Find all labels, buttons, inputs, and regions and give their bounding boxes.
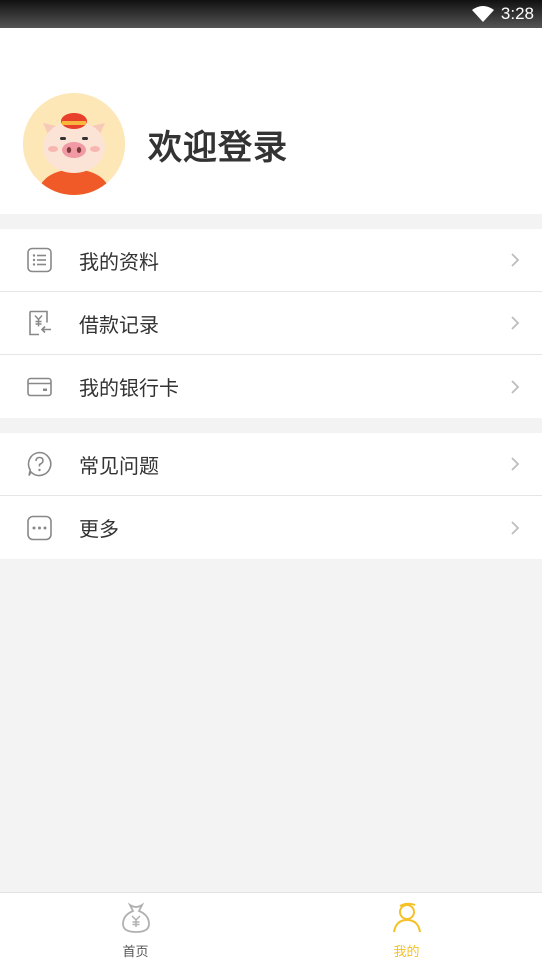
pig-avatar-icon [23, 93, 125, 195]
chevron-right-icon [511, 379, 520, 394]
tab-label: 首页 [122, 945, 149, 960]
loan-record-icon [29, 310, 51, 336]
more-icon [27, 515, 52, 540]
user-icon [392, 902, 421, 933]
money-bag-icon [121, 902, 150, 933]
menu-item-my-profile[interactable]: 我的资料 [0, 229, 542, 292]
menu-item-label: 借款记录 [79, 312, 159, 337]
menu-item-faq[interactable]: 常见问题 [0, 433, 542, 496]
status-bar: 3:28 [0, 0, 542, 28]
status-time: 3:28 [500, 4, 534, 23]
tab-mine[interactable]: 我的 [271, 893, 542, 964]
faq-icon [27, 451, 52, 477]
chevron-right-icon [511, 457, 520, 471]
menu-item-label: 常见问题 [79, 453, 159, 478]
menu-group-account: 我的资料 借款记录 我的银行卡 [0, 229, 542, 418]
menu-item-label: 我的资料 [79, 249, 159, 274]
tab-home[interactable]: 首页 [0, 893, 271, 964]
menu-item-loan-records[interactable]: 借款记录 [0, 292, 542, 355]
menu-item-label: 更多 [79, 517, 119, 541]
chevron-right-icon [511, 520, 520, 535]
bottom-tab-bar: 首页 我的 [0, 892, 542, 964]
tab-label: 我的 [393, 945, 420, 960]
profile-list-icon [27, 247, 52, 273]
menu-item-bank-card[interactable]: 我的银行卡 [0, 355, 542, 418]
menu-item-label: 我的银行卡 [79, 376, 179, 400]
bank-card-icon [27, 377, 52, 396]
menu-item-more[interactable]: 更多 [0, 496, 542, 559]
welcome-login-text[interactable]: 欢迎登录 [148, 120, 288, 169]
chevron-right-icon [511, 316, 520, 330]
wifi-icon [471, 6, 494, 22]
avatar[interactable] [23, 93, 125, 195]
profile-header[interactable]: 欢迎登录 [0, 28, 542, 214]
chevron-right-icon [511, 253, 520, 267]
menu-group-help: 常见问题 更多 [0, 433, 542, 559]
